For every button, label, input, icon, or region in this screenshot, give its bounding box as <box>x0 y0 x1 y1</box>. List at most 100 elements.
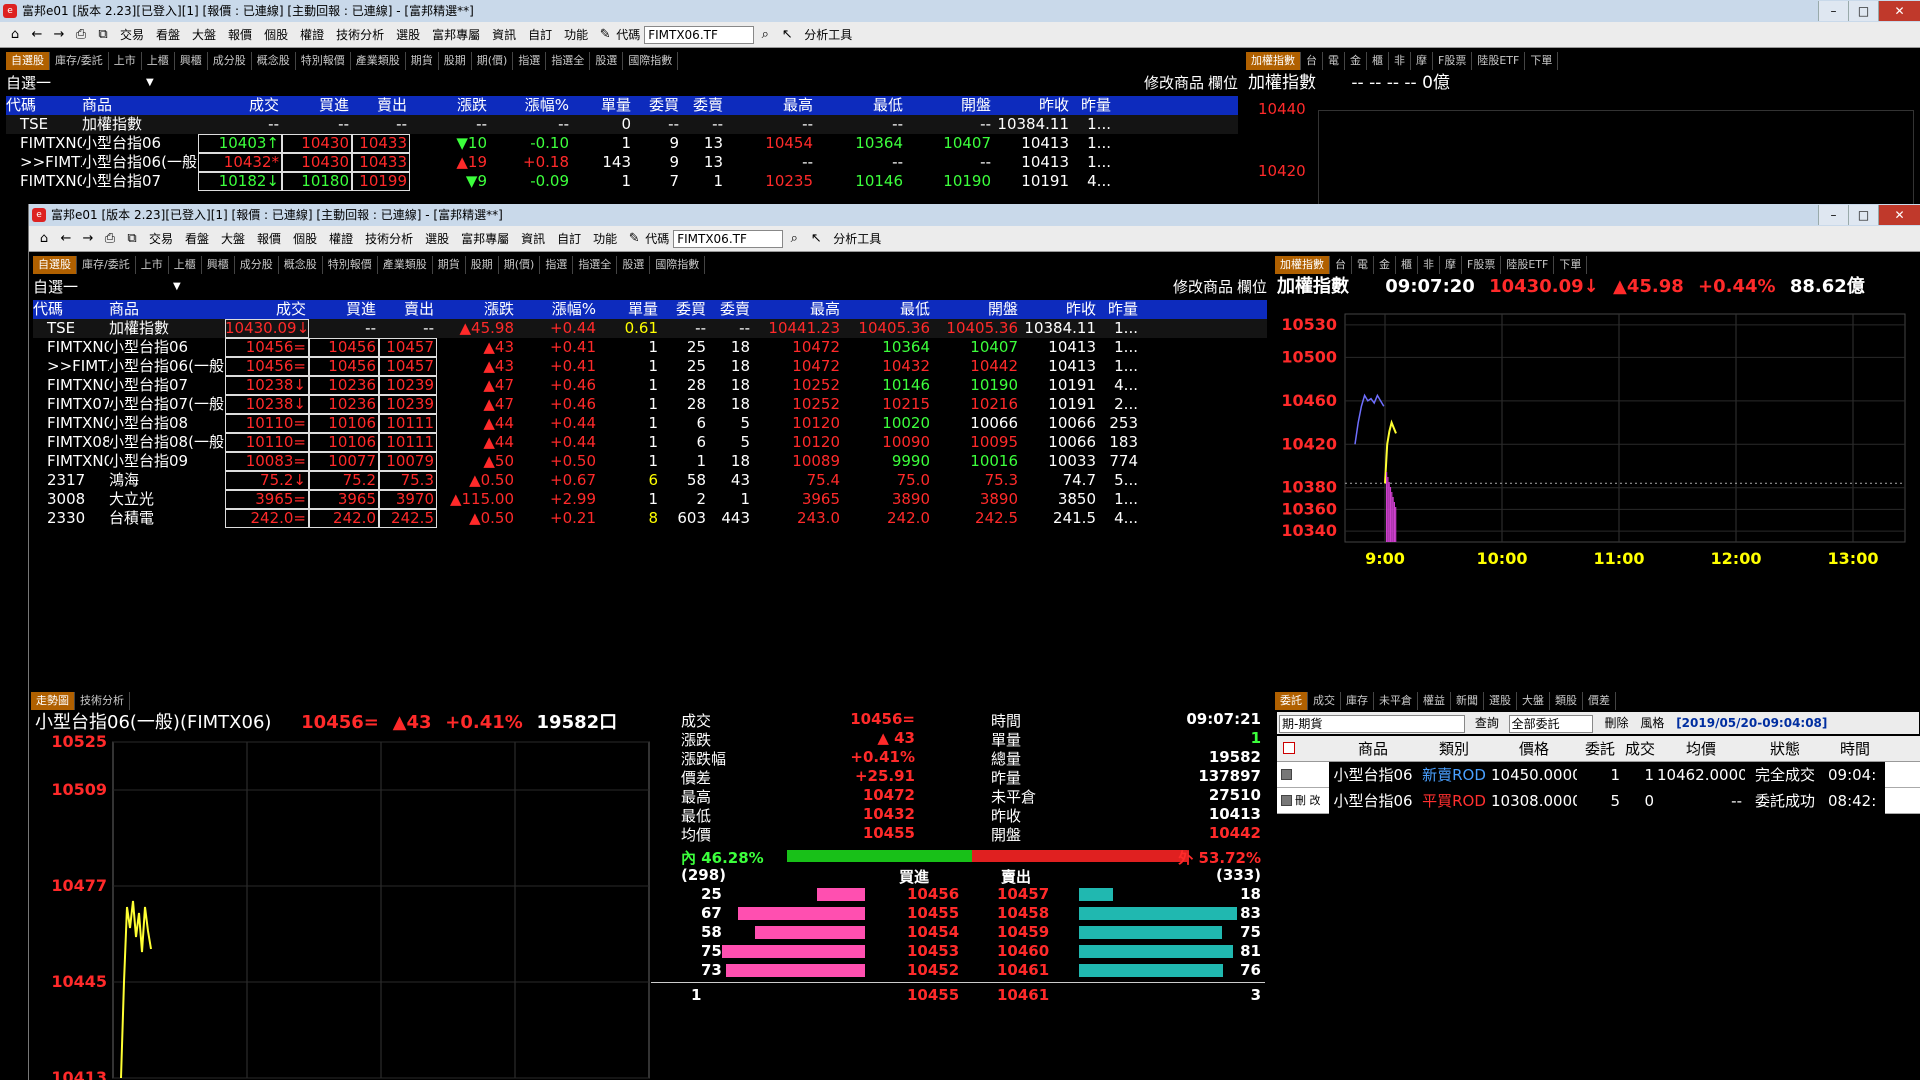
menu-tech[interactable]: 技術分析 <box>365 230 413 247</box>
table-row[interactable]: FIMTXN06小型台指06 10456=1045610457 ▲43 +0.41 1 2… <box>33 338 1267 357</box>
columns-button[interactable]: 欄位 <box>1237 278 1267 296</box>
home-icon[interactable]: ⌂ <box>6 26 24 44</box>
index-tab-fin[interactable]: 金 <box>1374 256 1396 274</box>
maximize-icon[interactable]: □ <box>1848 205 1878 225</box>
col-header-ask[interactable]: 賣出 <box>379 300 437 319</box>
minimize-icon[interactable]: – <box>1818 205 1848 225</box>
search-icon[interactable]: ⌕ <box>785 230 803 248</box>
index-tab-taiex[interactable]: 加權指數 <box>1275 256 1330 274</box>
row-actions[interactable]: 刪 改 <box>1295 788 1321 814</box>
print-icon[interactable]: ⎙ <box>101 230 119 248</box>
col-header-name[interactable]: 商品 <box>109 300 225 319</box>
tab-equity[interactable]: 權益 <box>1418 692 1451 710</box>
index-tab-order[interactable]: 下單 <box>1554 256 1588 274</box>
cursor-icon[interactable]: ↖ <box>778 26 796 44</box>
order-col-header[interactable]: 委託 <box>1577 736 1623 762</box>
menu-info[interactable]: 資訊 <box>492 26 516 43</box>
tab-watchlist[interactable]: 自選股 <box>6 52 50 70</box>
book-row[interactable]: 73 10452 10461 76 <box>651 961 1265 980</box>
query-button[interactable]: 查詢 <box>1475 716 1499 730</box>
close-icon[interactable]: ✕ <box>1878 205 1920 225</box>
menu-tech[interactable]: 技術分析 <box>336 26 384 43</box>
tab-inventory[interactable]: 庫存/委託 <box>50 52 109 70</box>
index-tab-f-stocks[interactable]: F股票 <box>1433 52 1473 70</box>
col-header-pct[interactable]: 漲幅% <box>517 300 599 319</box>
tab-watchlist[interactable]: 自選股 <box>33 256 77 274</box>
col-header-open[interactable]: 開盤 <box>933 300 1021 319</box>
order-col-header[interactable]: 成交 <box>1623 736 1657 762</box>
tab-futures[interactable]: 期貨 <box>433 256 466 274</box>
menu-custom[interactable]: 自訂 <box>557 230 581 247</box>
search-icon[interactable]: ⌕ <box>756 26 774 44</box>
tab-stock-futures[interactable]: 股期 <box>439 52 472 70</box>
menu-warrant[interactable]: 權證 <box>300 26 324 43</box>
tab-otc[interactable]: 上櫃 <box>169 256 202 274</box>
forward-arrow-icon[interactable]: → <box>79 230 97 248</box>
col-header-prev-close[interactable]: 昨收 <box>1021 300 1099 319</box>
analysis-tools[interactable]: 分析工具 <box>833 230 881 247</box>
menu-screen[interactable]: 選股 <box>425 230 449 247</box>
columns-button[interactable]: 欄位 <box>1208 74 1238 92</box>
tab-stock-futures[interactable]: 股期 <box>466 256 499 274</box>
tab-inventory[interactable]: 庫存/委託 <box>77 256 136 274</box>
col-header-ask-qty[interactable]: 委賣 <box>709 300 753 319</box>
back-arrow-icon[interactable]: ← <box>28 26 46 44</box>
col-header-code[interactable]: 代碼 <box>33 300 109 319</box>
index-tab-f-stocks[interactable]: F股票 <box>1462 256 1502 274</box>
table-row[interactable]: >>FIMTX06小型台指06(一般)10432*1043010433 ▲19 +0… <box>6 153 1238 172</box>
col-header-low[interactable]: 最低 <box>816 96 906 115</box>
col-header-last[interactable]: 成交 <box>198 96 282 115</box>
pen-icon[interactable]: ✎ <box>625 230 643 248</box>
book-row[interactable]: 75 10453 10460 81 <box>651 942 1265 961</box>
tab-index-options[interactable]: 指選 <box>540 256 574 274</box>
code-input[interactable]: FIMTX06.TF <box>644 25 755 44</box>
row-checkbox[interactable] <box>1281 795 1292 806</box>
book-row[interactable]: 67 10455 10458 83 <box>651 904 1265 923</box>
back-arrow-icon[interactable]: ← <box>57 230 75 248</box>
tab-index-options-all[interactable]: 指選全 <box>573 256 618 274</box>
book-row[interactable]: 25 10456 10457 18 <box>651 885 1265 904</box>
index-tab-tai[interactable]: 台 <box>1301 52 1323 70</box>
index-tab-fin[interactable]: 金 <box>1345 52 1367 70</box>
tab-futures-price[interactable]: 期(價) <box>499 256 541 274</box>
tab-spread[interactable]: 價差 <box>1583 692 1616 710</box>
menu-warrant[interactable]: 權證 <box>329 230 353 247</box>
order-col-header[interactable]: 狀態 <box>1745 736 1825 762</box>
tab-listed[interactable]: 上市 <box>136 256 169 274</box>
menu-market[interactable]: 大盤 <box>192 26 216 43</box>
tab-concept[interactable]: 概念股 <box>279 256 323 274</box>
tab-components[interactable]: 成分股 <box>235 256 279 274</box>
index-tab-china-etf[interactable]: 陸股ETF <box>1501 256 1555 274</box>
col-header-high[interactable]: 最高 <box>753 300 843 319</box>
edit-products-button[interactable]: 修改商品 <box>1144 74 1204 92</box>
list-dropdown-icon[interactable]: ▼ <box>173 278 181 296</box>
index-tab-taiex[interactable]: 加權指數 <box>1246 52 1301 70</box>
menu-stock[interactable]: 個股 <box>293 230 317 247</box>
tab-otc[interactable]: 上櫃 <box>142 52 175 70</box>
table-row[interactable]: FIMTXN07小型台指07 10238↓1023610239 ▲47 +0.46 1 2… <box>33 376 1267 395</box>
tab-industry[interactable]: 產業類股 <box>351 52 406 70</box>
index-tab-elec[interactable]: 電 <box>1323 52 1345 70</box>
col-header-vol[interactable]: 單量 <box>572 96 634 115</box>
pen-icon[interactable]: ✎ <box>596 26 614 44</box>
tab-intl-index[interactable]: 國際指數 <box>623 52 679 70</box>
tab-open-positions[interactable]: 未平倉 <box>1374 692 1418 710</box>
order-filter-select[interactable]: 全部委託 <box>1508 714 1593 733</box>
cursor-icon[interactable]: ↖ <box>807 230 825 248</box>
tab-concept[interactable]: 概念股 <box>252 52 296 70</box>
tab-trend[interactable]: 走勢圖 <box>31 692 75 710</box>
tab-inventory[interactable]: 庫存 <box>1341 692 1374 710</box>
tab-special[interactable]: 特別報價 <box>296 52 351 70</box>
tab-market[interactable]: 大盤 <box>1517 692 1550 710</box>
tab-emerging[interactable]: 興櫃 <box>175 52 208 70</box>
col-header-ask[interactable]: 賣出 <box>352 96 410 115</box>
tab-futures-price[interactable]: 期(價) <box>472 52 514 70</box>
tab-industry[interactable]: 產業類股 <box>378 256 433 274</box>
menu-func[interactable]: 功能 <box>593 230 617 247</box>
table-row[interactable]: 2317 鴻海 75.2↓ 75.2 75.3 ▲0.50 +0.67 6 58 43 75.4 75… <box>33 471 1267 490</box>
list-selector[interactable]: 自選一 <box>33 278 78 296</box>
menu-func[interactable]: 功能 <box>564 26 588 43</box>
table-row[interactable]: FIMTXN08小型台指08 10110=1010610111 ▲44 +0.44 1 6… <box>33 414 1267 433</box>
index-tab-msci[interactable]: 摩 <box>1411 52 1433 70</box>
popout-icon[interactable]: ⧉ <box>123 230 141 248</box>
